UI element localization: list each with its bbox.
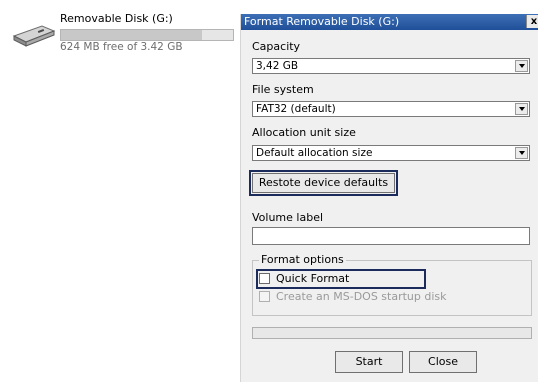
- removable-disk-icon: [12, 25, 56, 47]
- file-system-label: File system: [252, 83, 314, 96]
- checkbox-box[interactable]: [259, 273, 270, 284]
- dialog-title: Format Removable Disk (G:): [244, 15, 400, 28]
- checkbox-box[interactable]: [259, 291, 270, 302]
- ms-dos-startup-label: Create an MS-DOS startup disk: [276, 290, 447, 303]
- chevron-down-icon[interactable]: [515, 103, 528, 115]
- format-options-group: Format options Quick Format Create an MS…: [252, 253, 532, 316]
- capacity-label: Capacity: [252, 40, 301, 53]
- format-progress-bar: [252, 327, 532, 339]
- capacity-value: 3,42 GB: [256, 60, 299, 72]
- drive-usage-fill: [61, 30, 203, 40]
- chevron-down-icon[interactable]: [515, 147, 528, 159]
- quick-format-label: Quick Format: [276, 272, 350, 285]
- drive-entry[interactable]: Removable Disk (G:) 624 MB free of 3.42 …: [0, 0, 240, 60]
- file-system-select[interactable]: FAT32 (default): [252, 101, 530, 117]
- format-options-label: Format options: [259, 253, 346, 266]
- format-dialog: Format Removable Disk (G:) x Capacity 3,…: [240, 14, 538, 382]
- drive-usage-bar: [60, 29, 234, 41]
- quick-format-checkbox[interactable]: Quick Format: [256, 269, 426, 289]
- capacity-select[interactable]: 3,42 GB: [252, 58, 530, 74]
- allocation-select[interactable]: Default allocation size: [252, 145, 530, 161]
- restore-defaults-button[interactable]: Restote device defaults: [249, 170, 398, 196]
- allocation-value: Default allocation size: [256, 147, 373, 159]
- allocation-label: Allocation unit size: [252, 126, 356, 139]
- dialog-titlebar: Format Removable Disk (G:) x: [241, 14, 538, 30]
- chevron-down-icon[interactable]: [515, 60, 528, 72]
- drive-name: Removable Disk (G:): [60, 12, 173, 25]
- file-system-value: FAT32 (default): [256, 103, 336, 115]
- start-button[interactable]: Start: [335, 351, 403, 373]
- drive-free-space: 624 MB free of 3.42 GB: [60, 41, 183, 53]
- close-icon[interactable]: x: [526, 15, 538, 28]
- volume-label-label: Volume label: [252, 211, 324, 224]
- close-button[interactable]: Close: [409, 351, 477, 373]
- ms-dos-startup-checkbox[interactable]: Create an MS-DOS startup disk: [259, 290, 459, 304]
- volume-label-input[interactable]: [252, 227, 530, 245]
